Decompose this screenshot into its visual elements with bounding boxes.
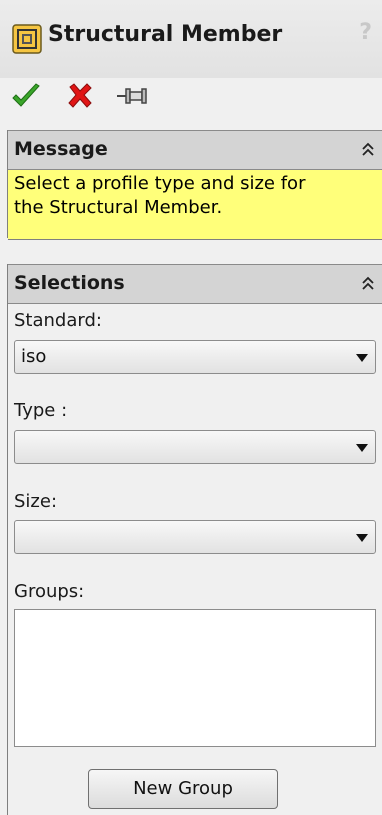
message-line-2: the Structural Member. [14, 197, 223, 218]
dropdown-arrow-icon [356, 444, 368, 452]
size-dropdown[interactable] [14, 520, 376, 554]
standard-label: Standard: [14, 310, 102, 331]
collapse-chevron-icon[interactable] [360, 140, 376, 160]
pushpin-icon[interactable] [114, 78, 150, 114]
standard-value: iso [21, 346, 47, 367]
selections-group-header[interactable]: Selections [8, 264, 382, 304]
collapse-chevron-icon[interactable] [360, 274, 376, 294]
new-group-button[interactable]: New Group [88, 769, 278, 809]
panel-title: Structural Member [48, 22, 283, 47]
divider [8, 239, 382, 240]
help-icon[interactable]: ? [359, 20, 372, 45]
message-group-header[interactable]: Message [8, 130, 382, 170]
message-line-1: Select a profile type and size for [14, 173, 306, 194]
standard-dropdown[interactable]: iso [14, 340, 376, 374]
ok-checkmark-icon[interactable] [8, 78, 44, 114]
groups-listbox[interactable] [14, 609, 376, 747]
selections-group: Selections Standard: iso Type : Size: Gr… [7, 264, 382, 815]
structural-member-icon [12, 24, 42, 54]
property-manager: Structural Member ? Message Select a pro… [0, 0, 382, 815]
type-dropdown[interactable] [14, 430, 376, 464]
action-row [0, 78, 382, 118]
message-group-title: Message [14, 138, 108, 160]
dropdown-arrow-icon [356, 354, 368, 362]
message-group: Message Select a profile type and size f… [7, 130, 382, 240]
size-label: Size: [14, 491, 58, 512]
selections-group-title: Selections [14, 272, 125, 294]
type-label: Type : [14, 400, 68, 421]
message-text: Select a profile type and size for the S… [8, 170, 382, 239]
dropdown-arrow-icon [356, 534, 368, 542]
title-bar: Structural Member ? [0, 0, 382, 78]
groups-label: Groups: [14, 581, 85, 602]
cancel-x-icon[interactable] [62, 78, 98, 114]
